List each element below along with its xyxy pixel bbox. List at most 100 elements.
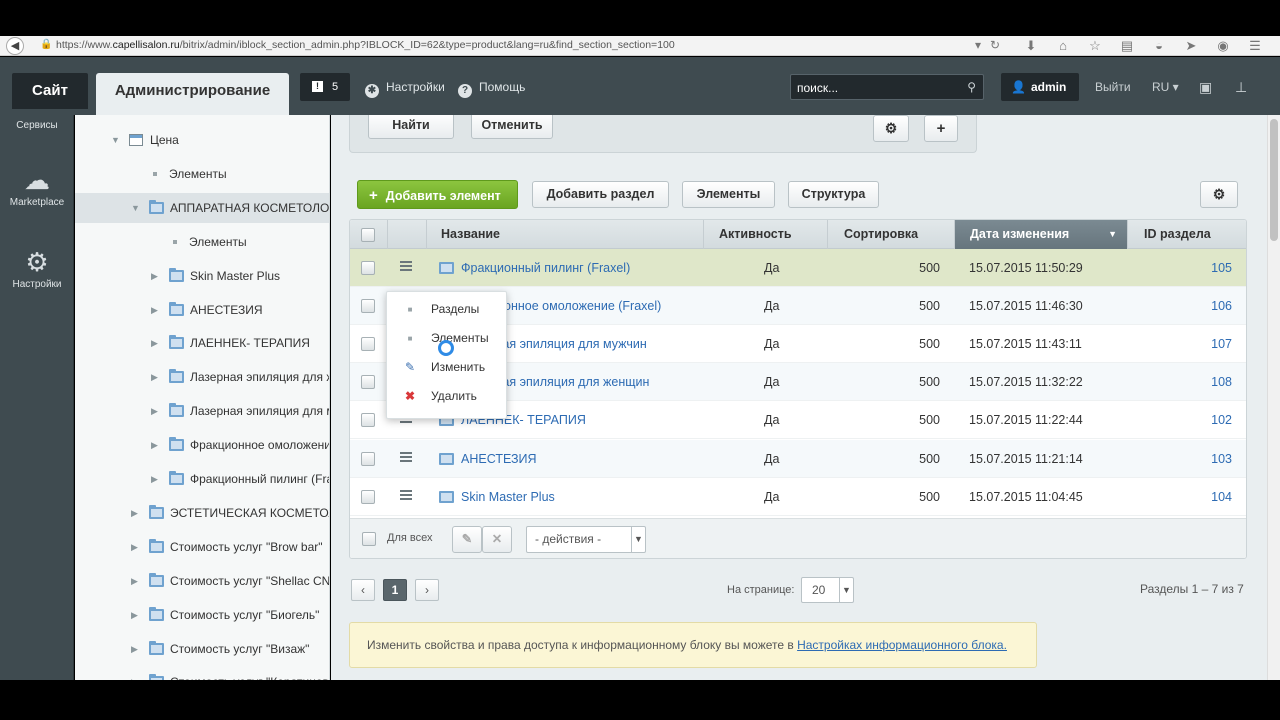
tab-site[interactable]: Сайт xyxy=(12,73,88,109)
for-all-checkbox[interactable] xyxy=(362,532,376,546)
row-checkbox[interactable] xyxy=(361,337,375,352)
tree-item[interactable]: ▶ Skin Master Plus xyxy=(75,261,329,291)
delete-icon[interactable]: ✕ xyxy=(482,526,512,553)
tree-item[interactable]: ▶ Стоимость услуг "Brow bar" xyxy=(75,532,329,562)
download-icon[interactable]: ⬇ xyxy=(1015,37,1047,55)
scrollbar-thumb[interactable] xyxy=(1270,119,1278,241)
expand-arrow-icon[interactable]: ▶ xyxy=(131,600,138,630)
tree-item[interactable]: ▶ АНЕСТЕЗИЯ xyxy=(75,295,329,325)
expand-arrow-icon[interactable]: ▶ xyxy=(151,396,158,426)
tab-admin[interactable]: Администрирование xyxy=(96,73,289,115)
col-id[interactable]: ID раздела xyxy=(1127,220,1246,249)
expand-arrow-icon[interactable]: ▶ xyxy=(131,532,138,562)
search-input[interactable] xyxy=(797,79,957,96)
row-id[interactable]: 102 xyxy=(1182,401,1232,439)
address-bar[interactable]: https://www.capellisalon.ru/bitrix/admin… xyxy=(56,39,675,51)
reload-icon[interactable]: ↻ xyxy=(990,38,1000,52)
expand-arrow-icon[interactable]: ▶ xyxy=(151,261,158,291)
back-icon[interactable]: ◀ xyxy=(6,37,24,55)
page-1-button[interactable]: 1 xyxy=(383,579,407,601)
tree-item[interactable]: ▶ Лазерная эпиляция для мужчин xyxy=(75,396,329,426)
row-id[interactable]: 106 xyxy=(1182,287,1232,325)
expand-arrow-icon[interactable]: ▶ xyxy=(151,464,158,494)
row-checkbox[interactable] xyxy=(361,489,375,504)
menu-icon[interactable]: ☰ xyxy=(1239,37,1271,55)
prev-page-button[interactable]: ‹ xyxy=(351,579,375,601)
rail-settings[interactable]: ⚙ Настройки xyxy=(0,249,74,290)
table-row[interactable]: Skin Master Plus Да 500 15.07.2015 11:04:45… xyxy=(350,478,1246,516)
row-id[interactable]: 103 xyxy=(1182,440,1232,478)
page-scrollbar[interactable] xyxy=(1267,115,1280,680)
col-active[interactable]: Активность xyxy=(703,220,827,249)
expand-arrow-icon[interactable]: ▶ xyxy=(131,634,138,664)
row-name[interactable]: АНЕСТЕЗИЯ xyxy=(461,440,537,478)
chat-icon[interactable]: ◉ xyxy=(1207,37,1239,55)
menu-item-delete[interactable]: ✖ Удалить xyxy=(387,382,508,411)
col-date[interactable]: Дата изменения ▼ xyxy=(954,220,1127,249)
tree-item[interactable]: ▶ Лазерная эпиляция для женщин xyxy=(75,362,329,392)
per-page-select[interactable]: 20 ▼ xyxy=(801,577,854,603)
home-icon[interactable]: ⌂ xyxy=(1047,37,1079,55)
collapse-arrow-icon[interactable]: ▼ xyxy=(111,125,120,155)
search-icon[interactable]: ⚲ xyxy=(967,80,976,94)
row-menu-icon[interactable] xyxy=(400,261,412,273)
row-checkbox[interactable] xyxy=(361,451,375,466)
row-checkbox[interactable] xyxy=(361,299,375,314)
tree-item[interactable]: ▼ АППАРАТНАЯ КОСМЕТОЛОГИЯ xyxy=(75,192,329,223)
next-page-button[interactable]: › xyxy=(415,579,439,601)
row-checkbox[interactable] xyxy=(361,261,375,275)
row-menu-icon[interactable] xyxy=(400,489,412,502)
iblock-settings-link[interactable]: Настройках информационного блока. xyxy=(797,638,1007,652)
row-name[interactable]: Фракционный пилинг (Fraxel) xyxy=(461,249,630,287)
tree-item[interactable]: ▶ Стоимость услуг "Визаж" xyxy=(75,634,329,664)
expand-arrow-icon[interactable]: ▶ xyxy=(131,498,138,528)
expand-arrow-icon[interactable]: ▶ xyxy=(131,566,138,596)
select-all-checkbox[interactable] xyxy=(361,228,375,242)
col-name[interactable]: Название xyxy=(426,220,703,249)
structure-button[interactable]: Структура xyxy=(788,181,879,208)
rail-marketplace[interactable]: ☁ Marketplace xyxy=(0,167,74,208)
tree-item[interactable]: Элементы xyxy=(75,159,329,189)
add-filter-icon[interactable]: + xyxy=(924,115,958,142)
filter-settings-icon[interactable]: ⚙ xyxy=(873,115,909,142)
reader-icon[interactable]: ▤ xyxy=(1111,37,1143,55)
add-section-button[interactable]: Добавить раздел xyxy=(532,181,669,208)
dropdown-icon[interactable]: ▾ xyxy=(975,38,981,52)
tree-item[interactable]: ▶ Стоимость услуг "Биогель" xyxy=(75,600,329,630)
col-sort[interactable]: Сортировка xyxy=(827,220,954,249)
menu-item-sections[interactable]: ■ Разделы xyxy=(387,295,508,324)
tree-item[interactable]: Элементы xyxy=(75,227,329,257)
lang-select[interactable]: RU ▾ xyxy=(1152,73,1179,101)
send-icon[interactable]: ➤ xyxy=(1175,37,1207,55)
window-icon[interactable]: ▣ xyxy=(1199,73,1212,101)
add-element-button[interactable]: + Добавить элемент xyxy=(357,180,518,209)
tree-item[interactable]: ▼ Цена xyxy=(75,125,329,155)
row-name[interactable]: Skin Master Plus xyxy=(461,478,555,516)
tree-item[interactable]: ▶ ЭСТЕТИЧЕСКАЯ КОСМЕТОЛОГИЯ xyxy=(75,498,329,528)
expand-arrow-icon[interactable]: ▶ xyxy=(151,295,158,325)
menu-item-edit[interactable]: ✎ Изменить xyxy=(387,353,508,382)
grid-settings-icon[interactable]: ⚙ xyxy=(1200,181,1238,208)
expand-arrow-icon[interactable]: ▶ xyxy=(151,430,158,460)
tree-item[interactable]: ▶ ЛАЕННЕК- ТЕРАПИЯ xyxy=(75,328,329,358)
find-button[interactable]: Найти xyxy=(368,115,454,139)
row-id[interactable]: 107 xyxy=(1182,325,1232,363)
star-icon[interactable]: ☆ xyxy=(1079,37,1111,55)
row-checkbox[interactable] xyxy=(361,375,375,390)
expand-arrow-icon[interactable]: ▶ xyxy=(151,362,158,392)
notifications-button[interactable]: ! 5 xyxy=(300,73,350,101)
pocket-icon[interactable]: ◒ xyxy=(1143,37,1175,55)
expand-arrow-icon[interactable]: ▶ xyxy=(151,328,158,358)
elements-button[interactable]: Элементы xyxy=(682,181,775,208)
row-id[interactable]: 108 xyxy=(1182,363,1232,401)
help-link[interactable]: ? Помощь xyxy=(458,73,525,101)
row-id[interactable]: 104 xyxy=(1182,478,1232,516)
row-menu-icon[interactable] xyxy=(400,451,412,464)
collapse-arrow-icon[interactable]: ▼ xyxy=(131,193,140,223)
tree-item[interactable]: ▶ Стоимость услуг "Кератиновое" xyxy=(75,667,329,680)
logout-link[interactable]: Выйти xyxy=(1095,73,1131,101)
tree-item[interactable]: ▶ Фракционное омоложение (Fraxel) xyxy=(75,430,329,460)
rail-services[interactable]: Сервисы xyxy=(0,120,74,131)
cancel-button[interactable]: Отменить xyxy=(471,115,553,139)
table-row[interactable]: Фракционный пилинг (Fraxel) Да 500 15.07.20… xyxy=(350,249,1246,287)
